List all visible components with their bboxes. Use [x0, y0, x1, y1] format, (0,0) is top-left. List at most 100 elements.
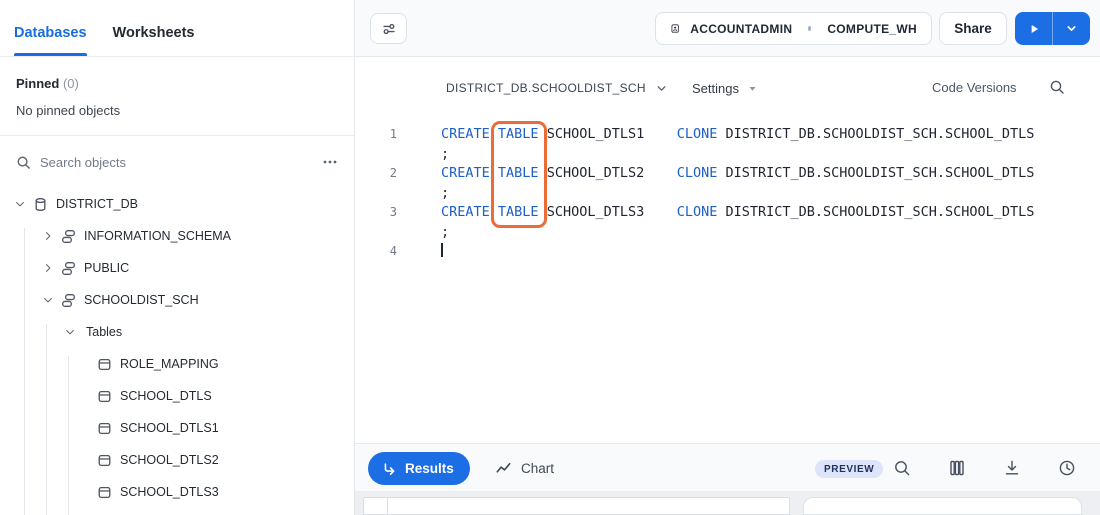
run-options-button[interactable]: [1053, 12, 1090, 45]
tree-item-school_dtls[interactable]: SCHOOL_DTLS: [0, 380, 354, 412]
tree-item-information_schema[interactable]: INFORMATION_SCHEMA: [0, 220, 354, 252]
code-line[interactable]: ;: [355, 223, 1100, 243]
sql-text: DISTRICT_DB.SCHOOLDIST_SCH.SCHOOL_DTLS: [717, 165, 1034, 181]
sql-text: [490, 165, 498, 181]
context-selector[interactable]: DISTRICT_DB.SCHOOLDIST_SCH: [446, 81, 668, 95]
more-options-button[interactable]: [322, 154, 338, 170]
sql-text: DISTRICT_DB.SCHOOLDIST_SCH.SCHOOL_DTLS: [717, 126, 1034, 142]
worksheet-header: DISTRICT_DB.SCHOOLDIST_SCH Settings Code…: [355, 57, 1100, 120]
tree-indent-guide: [46, 324, 47, 515]
sql-text: SCHOOL_DTLS2: [539, 165, 677, 181]
code-line[interactable]: ;: [355, 145, 1100, 165]
search-icon: [16, 155, 31, 170]
results-label: Results: [405, 461, 454, 476]
table-icon: [96, 484, 112, 500]
history-icon: [1058, 459, 1076, 477]
results-history-button[interactable]: [1050, 451, 1084, 485]
code-text: CREATE TABLE SCHOOL_DTLS1 CLONE DISTRICT…: [441, 125, 1034, 145]
run-split-button: [1015, 12, 1090, 45]
role-warehouse-selector[interactable]: ACCOUNTADMIN COMPUTE_WH: [655, 12, 932, 45]
run-button[interactable]: [1015, 12, 1053, 45]
share-button[interactable]: Share: [939, 12, 1007, 45]
tree-item-public[interactable]: PUBLIC: [0, 252, 354, 284]
tree-item-district_db[interactable]: DISTRICT_DB: [0, 188, 354, 220]
tree-item-label: DISTRICT_DB: [56, 197, 138, 211]
results-grid-header: [388, 497, 790, 515]
tree-item-label: INFORMATION_SCHEMA: [84, 229, 231, 243]
results-columns-button[interactable]: [940, 451, 974, 485]
tree-item-role_mapping[interactable]: ROLE_MAPPING: [0, 348, 354, 380]
results-area: [355, 492, 1100, 515]
dots-horizontal-icon: [322, 154, 338, 170]
tree-item-label: ROLE_MAPPING: [120, 357, 219, 371]
object-tree: DISTRICT_DB INFORMATION_SCHEMA PUBLIC SCHOO…: [0, 188, 354, 508]
sql-text: [490, 126, 498, 142]
schema-icon: [60, 260, 76, 276]
code-text: CREATE TABLE SCHOOL_DTLS3 CLONE DISTRICT…: [441, 203, 1034, 223]
settings-menu[interactable]: Settings: [692, 81, 757, 96]
tab-chart[interactable]: Chart: [495, 452, 554, 485]
pinned-label: Pinned: [16, 76, 59, 91]
role-badge-icon: [670, 20, 680, 37]
context-path: DISTRICT_DB.SCHOOLDIST_SCH: [446, 81, 646, 95]
snowsight-app: Databases Worksheets Pinned (0) No pinne…: [0, 0, 1100, 515]
play-icon: [1027, 22, 1041, 36]
sidebar: Databases Worksheets Pinned (0) No pinne…: [0, 0, 355, 515]
search-input[interactable]: [40, 155, 313, 170]
chevron-down-icon[interactable]: [62, 324, 78, 340]
tree-item-tables[interactable]: Tables: [0, 316, 354, 348]
sql-text: SCHOOL_DTLS1: [539, 126, 677, 142]
code-line[interactable]: 2CREATE TABLE SCHOOL_DTLS2 CLONE DISTRIC…: [355, 164, 1100, 184]
code-line[interactable]: 1CREATE TABLE SCHOOL_DTLS1 CLONE DISTRIC…: [355, 125, 1100, 145]
sql-editor[interactable]: 1CREATE TABLE SCHOOL_DTLS1 CLONE DISTRIC…: [355, 120, 1100, 443]
download-icon: [1003, 459, 1021, 477]
sql-keyword: CREATE: [441, 126, 490, 142]
code-text: ;: [441, 145, 449, 165]
chevron-right-icon[interactable]: [40, 260, 56, 276]
line-number: [355, 145, 397, 165]
results-download-button[interactable]: [995, 451, 1029, 485]
tree-item-school_dtls1[interactable]: SCHOOL_DTLS1: [0, 412, 354, 444]
tree-item-school_dtls2[interactable]: SCHOOL_DTLS2: [0, 444, 354, 476]
sql-keyword: TABLE: [498, 126, 539, 142]
chevron-down-icon: [655, 82, 668, 95]
tab-databases[interactable]: Databases: [14, 25, 87, 56]
tree-item-label: PUBLIC: [84, 261, 129, 275]
database-icon: [32, 196, 48, 212]
tree-item-schooldist_sch[interactable]: SCHOOLDIST_SCH: [0, 284, 354, 316]
tree-indent-guide: [24, 228, 25, 515]
code-line[interactable]: 4: [355, 242, 1100, 262]
code-text: [441, 242, 443, 262]
pinned-count: (0): [63, 76, 79, 91]
code-versions-button[interactable]: Code Versions: [932, 80, 1017, 95]
results-search-button[interactable]: [885, 451, 919, 485]
object-search-row: [0, 136, 354, 188]
code-line[interactable]: ;: [355, 184, 1100, 204]
tree-item-school_dtls3[interactable]: SCHOOL_DTLS3: [0, 476, 354, 508]
preview-badge: PREVIEW: [815, 460, 883, 478]
chevron-right-icon[interactable]: [40, 228, 56, 244]
code-area: 1CREATE TABLE SCHOOL_DTLS1 CLONE DISTRIC…: [355, 120, 1100, 262]
chevron-down-icon[interactable]: [12, 196, 28, 212]
tab-results[interactable]: Results: [368, 452, 470, 485]
separator-dot: [808, 26, 811, 31]
tab-worksheets[interactable]: Worksheets: [113, 25, 195, 56]
role-name: ACCOUNTADMIN: [690, 22, 792, 36]
tree-item-label: SCHOOL_DTLS: [120, 389, 212, 403]
line-number: 3: [355, 203, 397, 223]
tree-item-label: Tables: [86, 325, 122, 339]
chevron-down-icon[interactable]: [40, 292, 56, 308]
caret-down-icon: [748, 84, 757, 93]
chart-line-icon: [495, 460, 512, 477]
sql-keyword: TABLE: [498, 204, 539, 220]
editor-search-button[interactable]: [1049, 79, 1065, 100]
worksheet-options-button[interactable]: [370, 13, 407, 44]
sidebar-tabs: Databases Worksheets: [0, 0, 354, 57]
tree-item-label: SCHOOL_DTLS1: [120, 421, 219, 435]
sql-keyword: CREATE: [441, 165, 490, 181]
code-line[interactable]: 3 CREATE TABLE SCHOOL_DTLS3 CLONE DISTRIC…: [355, 203, 1100, 223]
worksheet-topbar: ACCOUNTADMIN COMPUTE_WH Share: [355, 0, 1100, 57]
sql-keyword: TABLE: [498, 165, 539, 181]
chart-label: Chart: [521, 461, 554, 476]
tree-item-label: SCHOOL_DTLS3: [120, 485, 219, 499]
